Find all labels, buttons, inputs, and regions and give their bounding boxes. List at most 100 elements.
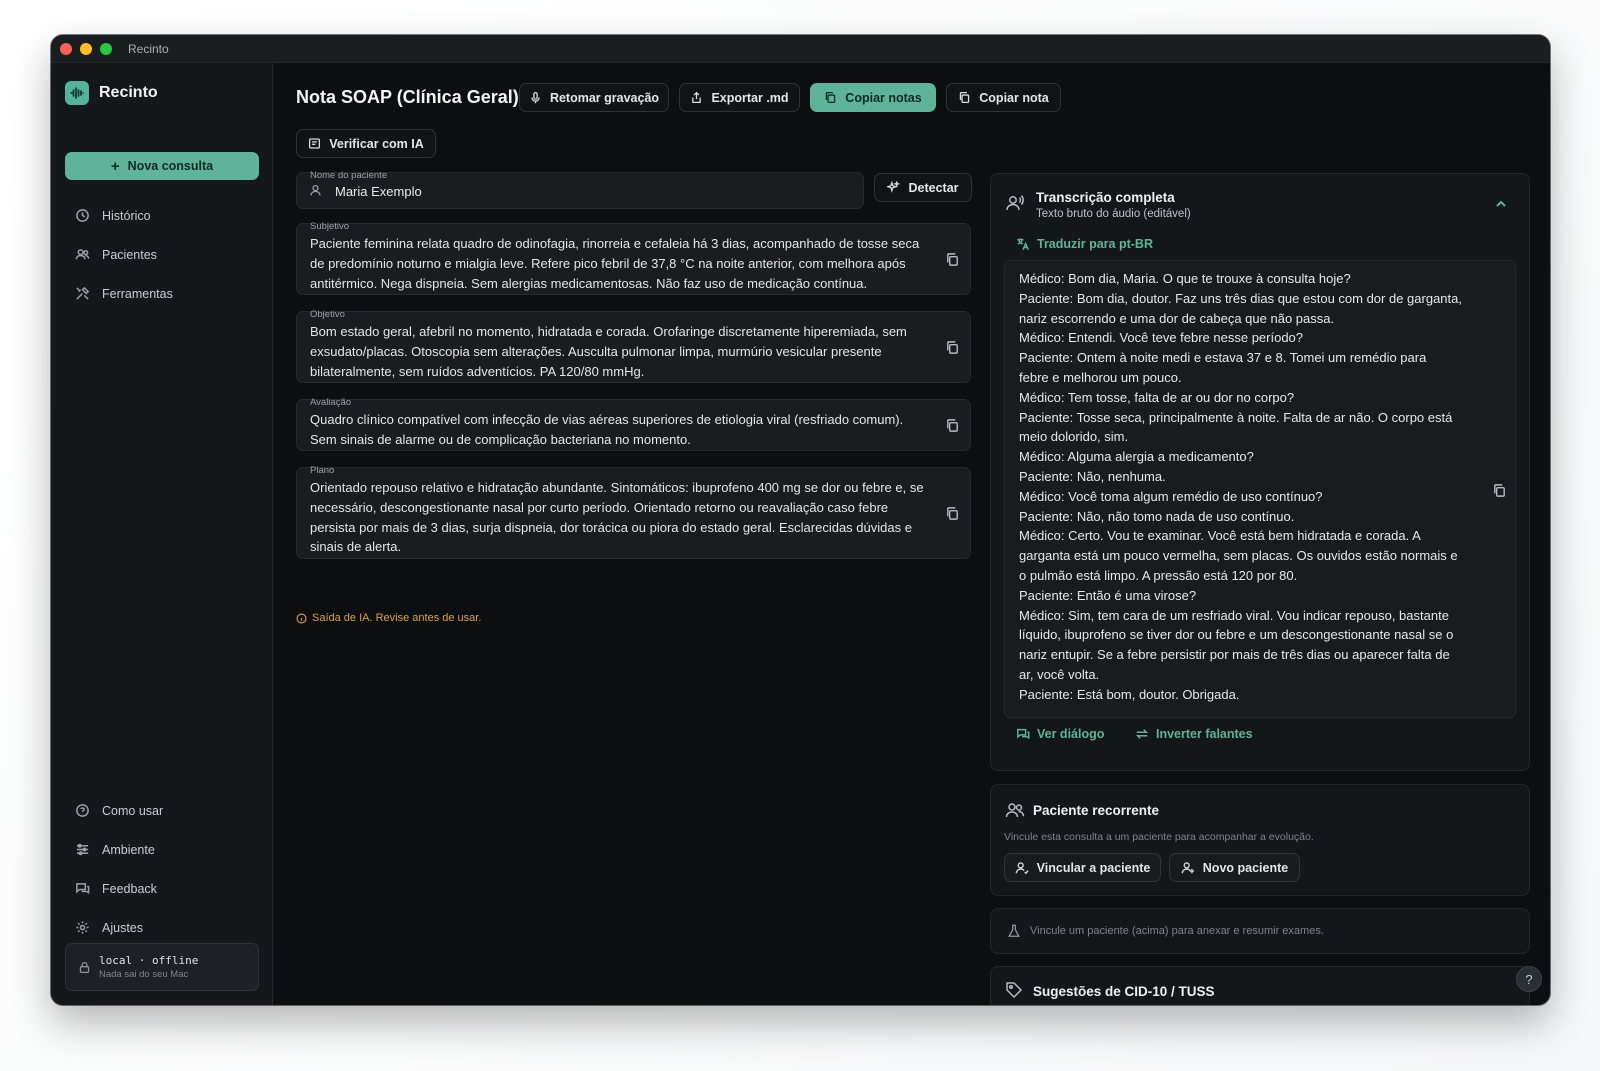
transcript-textarea[interactable]: Médico: Bom dia, Maria. O que te trouxe … <box>1004 260 1516 718</box>
sidebar-item-label: Pacientes <box>102 247 157 262</box>
brand-name: Recinto <box>99 84 158 101</box>
soap-subjetivo[interactable]: Subjetivo Paciente feminina relata quadr… <box>296 221 971 295</box>
transcript-line: nariz escorrendo e uma dor de cabeça que… <box>1019 310 1335 326</box>
soap-objetivo-label: Objetivo <box>310 309 345 320</box>
soap-plano-text[interactable]: Orientado repouso relativo e hidratação … <box>310 478 930 557</box>
transcript-line: meio dolorido, sim. <box>1019 429 1129 445</box>
info-icon <box>296 612 307 624</box>
sidebar-item-historico[interactable]: Histórico <box>75 208 151 223</box>
copy-icon[interactable] <box>945 418 960 433</box>
main-content: Nota SOAP (Clínica Geral) Retomar gravaç… <box>273 63 1550 1005</box>
transcript-line: Paciente: Bom dia, doutor. Faz uns três … <box>1019 290 1462 306</box>
copy-icon[interactable] <box>945 506 960 521</box>
swap-icon <box>1135 729 1149 739</box>
sidebar-item-feedback[interactable]: Feedback <box>75 881 157 896</box>
soap-avaliacao-text[interactable]: Quadro clínico compatível com infecção d… <box>310 410 930 450</box>
window-controls <box>60 42 112 55</box>
copy-icon <box>960 91 970 104</box>
transcript-line: Paciente: Ontem à noite medi e estava 37… <box>1019 350 1427 366</box>
view-dialog-button[interactable]: Ver diálogo <box>1016 727 1104 741</box>
transcript-line: garganta está um pouco vermelha, sem pla… <box>1019 548 1458 564</box>
transcript-line: nariz entupir. Se a febre persistir por … <box>1019 647 1450 663</box>
sidebar-item-label: Ambiente <box>102 842 155 857</box>
copy-notes-label: Copiar notas <box>845 90 922 105</box>
transcript-subtitle: Texto bruto do áudio (editável) <box>1036 208 1191 220</box>
soap-objetivo-text[interactable]: Bom estado geral, afebril no momento, hi… <box>310 322 930 381</box>
soap-objetivo[interactable]: Objetivo Bom estado geral, afebril no mo… <box>296 309 971 383</box>
transcript-line: Paciente: Não, nenhuma. <box>1019 468 1166 484</box>
recurring-patient-title: Paciente recorrente <box>1033 803 1160 818</box>
soap-plano-label: Plano <box>310 465 335 476</box>
new-consultation-button[interactable]: + Nova consulta <box>65 152 259 180</box>
sidebar: Recinto + Nova consulta Histórico Pacien… <box>51 63 273 1005</box>
detect-button[interactable]: Detectar <box>874 173 972 202</box>
detect-label: Detectar <box>908 180 959 195</box>
transcript-line: Médico: Sim, tem cara de um resfriado vi… <box>1019 607 1449 623</box>
patient-name-field[interactable]: Nome do paciente Maria Exemplo <box>296 170 864 209</box>
transcript-line: Paciente: Tosse seca, principalmente à n… <box>1019 409 1453 425</box>
waveform-logo-icon <box>65 81 89 105</box>
soap-avaliacao[interactable]: Avaliação Quadro clínico compatível com … <box>296 397 971 451</box>
tag-icon <box>1006 982 1023 999</box>
new-consultation-label: Nova consulta <box>127 159 214 173</box>
link-patient-label: Vincular a paciente <box>1036 860 1151 875</box>
chevron-up-icon[interactable] <box>1495 198 1507 210</box>
sidebar-item-ajustes[interactable]: Ajustes <box>75 920 143 935</box>
copy-note-label: Copiar nota <box>979 90 1049 105</box>
question-icon: ? <box>1525 971 1533 987</box>
copy-icon[interactable] <box>945 340 960 355</box>
sidebar-item-pacientes[interactable]: Pacientes <box>75 247 157 262</box>
swap-speakers-button[interactable]: Inverter falantes <box>1135 727 1253 741</box>
app-window: Recinto Recinto + Nova consulta Históric… <box>51 35 1550 1005</box>
users-icon <box>1005 803 1025 818</box>
export-md-label: Exportar .md <box>711 90 789 105</box>
close-window-button[interactable] <box>60 42 72 55</box>
exams-panel: Vincule um paciente (acima) para anexar … <box>990 908 1530 954</box>
user-link-icon <box>1015 861 1029 874</box>
sidebar-item-como-usar[interactable]: Como usar <box>75 803 163 818</box>
window-title: Recinto <box>128 41 169 56</box>
transcript-line: Paciente: Não, não tomo nada de uso cont… <box>1019 508 1295 524</box>
resume-recording-button[interactable]: Retomar gravação <box>519 83 669 112</box>
transcript-title: Transcrição completa <box>1036 190 1175 205</box>
minimize-window-button[interactable] <box>80 42 92 55</box>
local-status-box: local · offline Nada sai do seu Mac <box>65 943 259 991</box>
soap-avaliacao-label: Avaliação <box>310 397 352 408</box>
soap-subjetivo-text[interactable]: Paciente feminina relata quadro de odino… <box>310 234 930 293</box>
verify-ai-button[interactable]: Verificar com IA <box>296 129 436 158</box>
copy-icon[interactable] <box>945 252 960 267</box>
recurring-patient-desc: Vincule esta consulta a um paciente para… <box>1004 831 1314 843</box>
transcript-line: Médico: Você toma algum remédio de uso c… <box>1019 488 1323 504</box>
resume-recording-label: Retomar gravação <box>549 90 660 105</box>
sidebar-item-label: Ferramentas <box>102 286 173 301</box>
sidebar-item-label: Histórico <box>102 208 151 223</box>
patient-name-value[interactable]: Maria Exemplo <box>335 184 422 199</box>
help-icon <box>76 804 89 817</box>
soap-plano[interactable]: Plano Orientado repouso relativo e hidra… <box>296 465 971 559</box>
translate-button[interactable]: Traduzir para pt-BR <box>1016 237 1153 251</box>
zoom-window-button[interactable] <box>100 42 112 55</box>
soap-subjetivo-label: Subjetivo <box>310 221 350 232</box>
local-status-main: local · offline <box>99 954 199 967</box>
brand: Recinto <box>65 81 158 105</box>
sidebar-item-ambiente[interactable]: Ambiente <box>75 842 155 857</box>
sidebar-item-ferramentas[interactable]: Ferramentas <box>75 286 173 301</box>
link-patient-button[interactable]: Vincular a paciente <box>1004 853 1161 882</box>
local-status-sub: Nada sai do seu Mac <box>99 969 189 980</box>
export-md-button[interactable]: Exportar .md <box>679 83 800 112</box>
transcript-panel: Transcrição completa Texto bruto do áudi… <box>990 173 1530 771</box>
copy-note-button[interactable]: Copiar nota <box>946 83 1061 112</box>
copy-notes-button[interactable]: Copiar notas <box>810 83 936 112</box>
transcript-line: Médico: Certo. Vou te examinar. Você est… <box>1019 528 1421 544</box>
help-button[interactable]: ? <box>1516 966 1542 992</box>
transcript-line: ar, você volta. <box>1019 666 1100 682</box>
tools-icon <box>76 286 90 300</box>
copy-icon[interactable] <box>1492 483 1507 498</box>
plus-icon: + <box>110 157 120 175</box>
new-patient-button[interactable]: Novo paciente <box>1169 853 1300 882</box>
transcript-line: Médico: Entendi. Você teve febre nesse p… <box>1019 330 1304 346</box>
sidebar-item-label: Ajustes <box>102 920 143 935</box>
new-patient-label: Novo paciente <box>1202 860 1289 875</box>
user-icon <box>310 184 321 196</box>
transcript-line: Médico: Tem tosse, falta de ar ou dor no… <box>1019 389 1295 405</box>
